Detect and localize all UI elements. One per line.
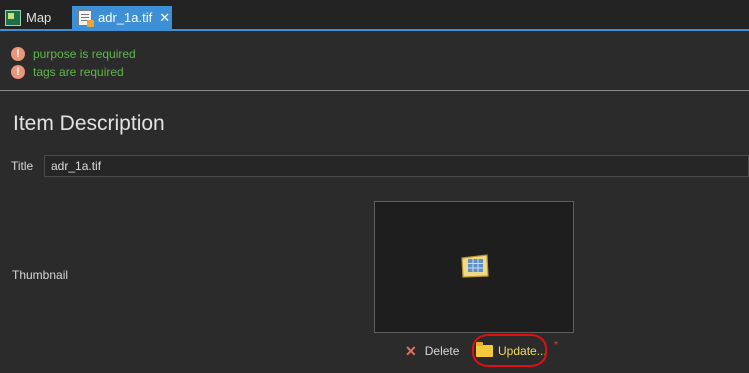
active-tab-underline [0,29,749,31]
tab-adr-1a-tif[interactable]: adr_1a.tif ✕ [72,6,172,29]
title-label: Title [11,159,34,173]
error-icon: ! [11,65,25,79]
update-label: Update... [498,344,547,358]
folder-icon [476,342,493,357]
thumbnail-label: Thumbnail [12,268,69,282]
raster-image-icon [461,254,489,278]
delete-label: Delete [424,344,460,358]
update-thumbnail-button[interactable]: Update... [475,339,547,363]
section-divider [0,90,749,91]
tab-adr-1a-tif-label: adr_1a.tif [98,10,153,25]
delete-thumbnail-button[interactable]: ✕ Delete [405,342,459,360]
required-marker: * [554,340,558,351]
warning-tags-required: ! tags are required [11,64,124,80]
title-input[interactable] [44,155,749,177]
delete-icon: ✕ [405,342,417,359]
warning-purpose-required: ! purpose is required [11,46,136,62]
tab-map[interactable]: Map [3,6,67,29]
map-icon [5,9,21,26]
metadata-document-icon [78,9,94,27]
document-tab-bar: Map adr_1a.tif ✕ [0,0,749,29]
tab-map-label: Map [26,10,52,25]
close-icon[interactable]: ✕ [159,10,170,26]
warning-text: purpose is required [33,47,136,61]
thumbnail-preview [374,201,574,333]
section-title: Item Description [13,112,165,135]
error-icon: ! [11,47,25,61]
warning-text: tags are required [33,65,124,79]
